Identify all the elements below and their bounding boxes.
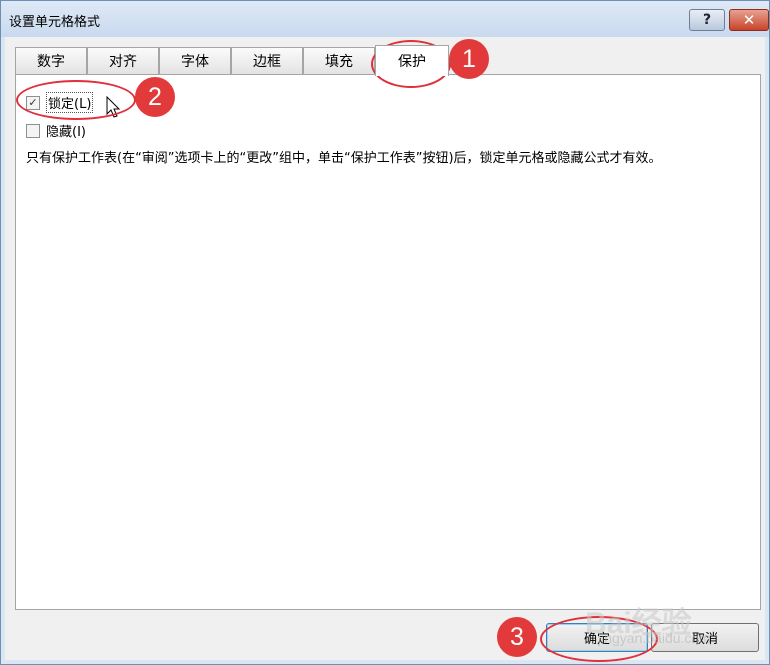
tab-alignment[interactable]: 对齐 — [87, 47, 159, 74]
tab-font[interactable]: 字体 — [159, 47, 231, 74]
step-1-marker: 1 — [449, 39, 489, 79]
tab-border[interactable]: 边框 — [231, 47, 303, 74]
tab-fill[interactable]: 填充 — [303, 47, 375, 74]
title-bar: 设置单元格格式 ? ✕ — [1, 1, 769, 37]
ok-button-highlight — [540, 616, 658, 662]
dialog-body: 数字 对齐 字体 边框 填充 保护 ✓ 锁定(L) 隐藏(I) 只有保护工作表(… — [5, 37, 765, 660]
close-button[interactable]: ✕ — [729, 9, 769, 31]
tab-protection[interactable]: 保护 — [375, 45, 449, 76]
hidden-option[interactable]: 隐藏(I) — [26, 121, 86, 140]
hidden-label[interactable]: 隐藏(I) — [46, 121, 86, 140]
protection-panel: ✓ 锁定(L) 隐藏(I) 只有保护工作表(在“审阅”选项卡上的“更改”组中，单… — [15, 74, 761, 610]
locked-highlight — [16, 80, 136, 120]
hidden-checkbox[interactable] — [26, 123, 40, 138]
help-button[interactable]: ? — [689, 9, 725, 31]
cancel-button[interactable]: 取消 — [651, 623, 759, 652]
step-3-marker: 3 — [497, 617, 537, 657]
tab-number[interactable]: 数字 — [15, 47, 87, 74]
protection-note: 只有保护工作表(在“审阅”选项卡上的“更改”组中，单击“保护工作表”按钮)后，锁… — [26, 151, 662, 166]
dialog-title: 设置单元格格式 — [9, 15, 101, 30]
step-2-marker: 2 — [135, 77, 175, 117]
